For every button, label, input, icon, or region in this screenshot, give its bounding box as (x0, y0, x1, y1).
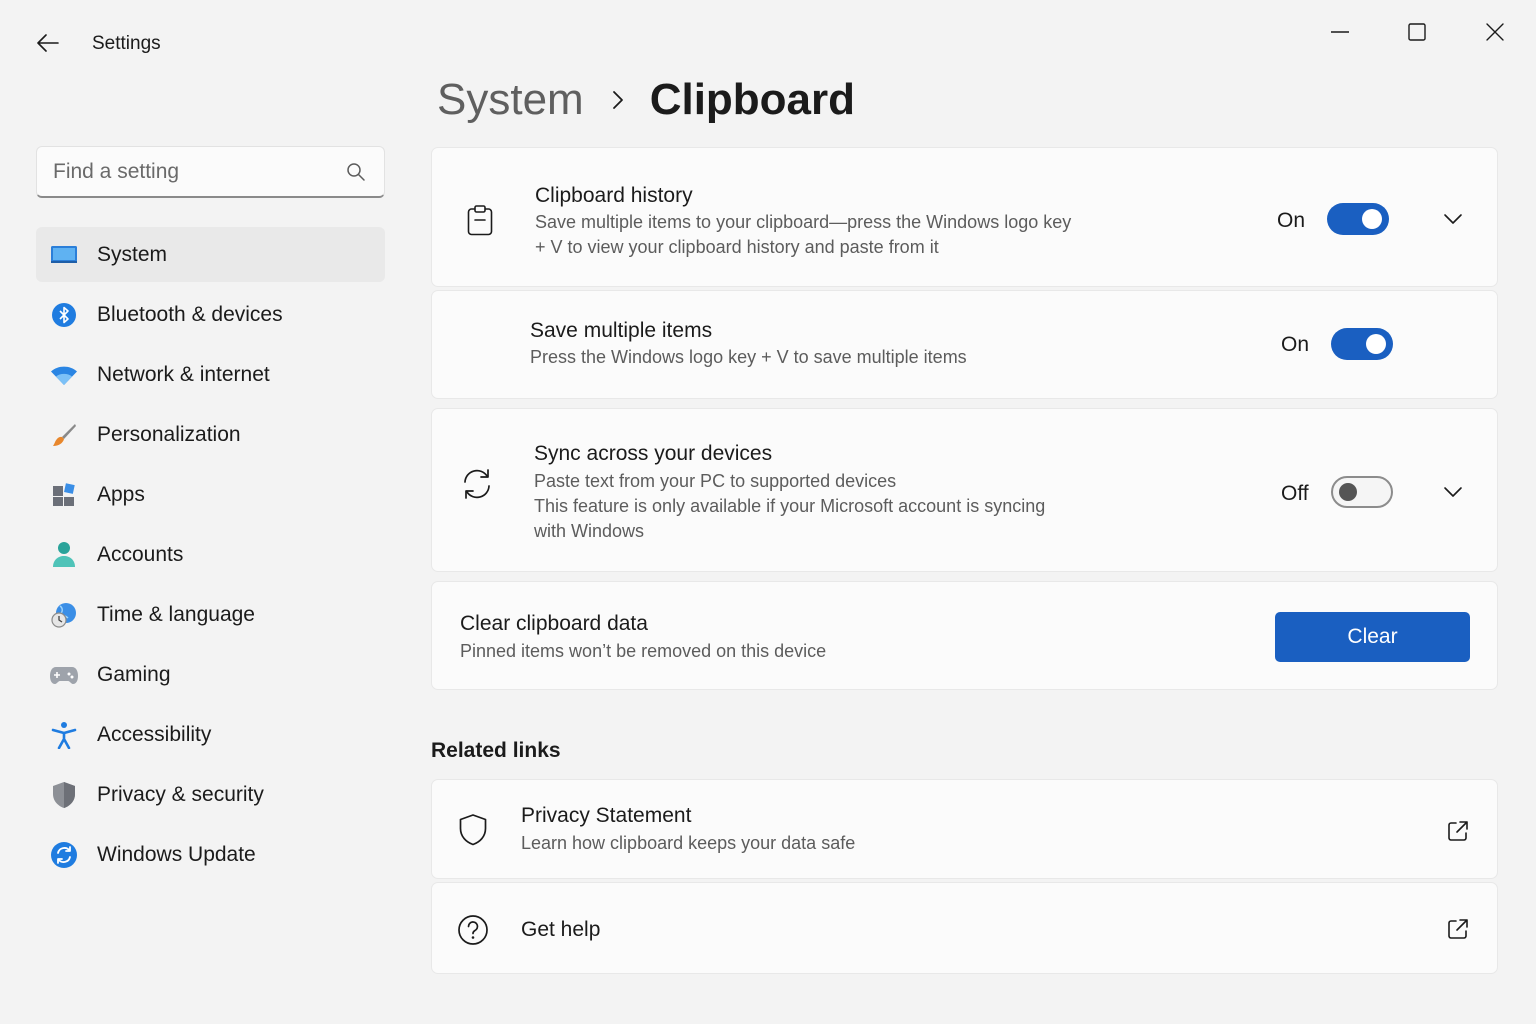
sync-icon (459, 466, 495, 502)
chevron-down-icon[interactable] (1437, 476, 1469, 508)
clipboard-history-state: On (1277, 209, 1306, 232)
apps-icon (50, 481, 78, 509)
sync-card: Sync across your devices Paste text from… (431, 408, 1498, 572)
privacy-statement-title: Privacy Statement (521, 804, 692, 827)
clear-button[interactable]: Clear (1275, 612, 1470, 662)
sidebar-item-label: Privacy & security (97, 782, 264, 806)
sidebar-item-label: Windows Update (97, 842, 256, 866)
clock-globe-icon (50, 601, 78, 629)
sidebar-item-time-language[interactable]: Time & language (36, 587, 385, 642)
sync-desc-2: This feature is only available if your M… (534, 496, 1046, 516)
shield-icon (50, 781, 78, 809)
gamepad-icon (50, 661, 78, 689)
sidebar-item-gaming[interactable]: Gaming (36, 647, 385, 702)
privacy-statement-link[interactable]: Privacy Statement Learn how clipboard ke… (431, 779, 1498, 879)
external-link-icon (1444, 915, 1472, 943)
sidebar-item-label: Apps (97, 482, 145, 506)
save-multiple-title: Save multiple items (530, 319, 713, 342)
sidebar-item-label: Network & internet (97, 362, 270, 386)
sync-desc-1: Paste text from your PC to supported dev… (534, 471, 897, 491)
search-box[interactable] (36, 146, 385, 198)
sidebar-item-personalization[interactable]: Personalization (36, 407, 385, 462)
person-icon (50, 541, 78, 569)
help-circle-icon (455, 912, 491, 948)
chevron-right-icon (612, 90, 624, 110)
chevron-down-icon[interactable] (1437, 203, 1469, 235)
shield-outline-icon (455, 812, 491, 848)
sync-title: Sync across your devices (534, 442, 773, 465)
maximize-button[interactable] (1387, 12, 1447, 52)
close-button[interactable] (1465, 12, 1525, 52)
clipboard-icon (462, 202, 498, 238)
update-icon (50, 841, 78, 869)
page-title: Clipboard (649, 75, 856, 124)
toggle-knob (1366, 334, 1386, 354)
clipboard-history-card: Clipboard history Save multiple items to… (431, 147, 1498, 287)
sync-state: Off (1281, 482, 1309, 505)
save-multiple-card: Save multiple items Press the Windows lo… (431, 290, 1498, 399)
system-monitor-icon (50, 241, 78, 269)
save-multiple-toggle[interactable] (1331, 328, 1393, 360)
external-link-icon (1444, 817, 1472, 845)
close-icon (1486, 23, 1504, 41)
clear-clipboard-title: Clear clipboard data (460, 612, 648, 635)
paintbrush-icon (50, 421, 78, 449)
privacy-statement-desc: Learn how clipboard keeps your data safe (521, 833, 856, 853)
get-help-link[interactable]: Get help (431, 882, 1498, 974)
related-links-heading: Related links (431, 739, 561, 762)
sidebar-item-system[interactable]: System (36, 227, 385, 282)
breadcrumb-parent[interactable]: System (437, 75, 584, 125)
clear-clipboard-card: Clear clipboard data Pinned items won’t … (431, 581, 1498, 690)
sidebar-nav: System Bluetooth & devices Network & int… (36, 227, 385, 887)
toggle-knob (1339, 483, 1357, 501)
toggle-knob (1362, 209, 1382, 229)
sidebar-item-label: Time & language (97, 602, 255, 626)
title-bar: Settings (0, 0, 1536, 80)
sidebar-item-label: Bluetooth & devices (97, 302, 283, 326)
bluetooth-icon (50, 301, 78, 329)
sidebar-item-accessibility[interactable]: Accessibility (36, 707, 385, 762)
app-title: Settings (92, 33, 161, 54)
get-help-title: Get help (521, 918, 601, 941)
minimize-icon (1331, 31, 1349, 33)
back-arrow-icon (37, 34, 59, 52)
clipboard-history-desc-1: Save multiple items to your clipboard—pr… (535, 212, 1072, 232)
clipboard-history-toggle[interactable] (1327, 203, 1389, 235)
sidebar-item-label: Personalization (97, 422, 241, 446)
sidebar-item-bluetooth[interactable]: Bluetooth & devices (36, 287, 385, 342)
sidebar-item-accounts[interactable]: Accounts (36, 527, 385, 582)
breadcrumb: System Clipboard (437, 70, 855, 130)
sidebar-item-label: Accounts (97, 542, 184, 566)
wifi-icon (50, 361, 78, 389)
minimize-button[interactable] (1310, 12, 1370, 52)
sync-toggle[interactable] (1331, 476, 1393, 508)
search-input[interactable] (53, 159, 344, 184)
save-multiple-state: On (1281, 333, 1310, 356)
sidebar-item-label: Accessibility (97, 722, 212, 746)
sidebar-item-label: System (97, 242, 168, 266)
clear-clipboard-desc: Pinned items won’t be removed on this de… (460, 641, 827, 661)
sync-desc-3: with Windows (534, 521, 645, 541)
clipboard-history-desc-2: + V to view your clipboard history and p… (535, 237, 939, 257)
save-multiple-desc: Press the Windows logo key + V to save m… (530, 347, 967, 367)
accessibility-icon (50, 721, 78, 749)
sidebar-item-label: Gaming (97, 662, 171, 686)
maximize-icon (1408, 23, 1426, 41)
search-icon[interactable] (344, 160, 368, 184)
sidebar-item-apps[interactable]: Apps (36, 467, 385, 522)
back-button[interactable] (28, 26, 68, 60)
clipboard-history-title: Clipboard history (535, 184, 693, 207)
sidebar-item-privacy[interactable]: Privacy & security (36, 767, 385, 822)
sidebar-item-network[interactable]: Network & internet (36, 347, 385, 402)
sidebar-item-windows-update[interactable]: Windows Update (36, 827, 385, 882)
